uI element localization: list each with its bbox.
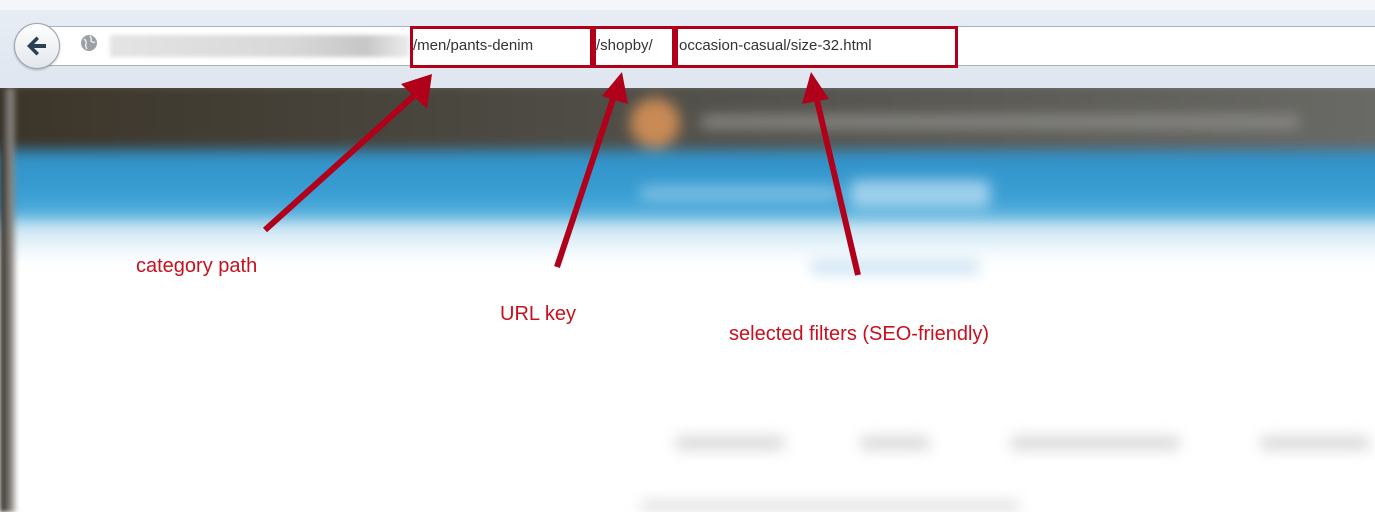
arrow-category [262,74,432,233]
label-selected-filters: selected filters (SEO-friendly) [729,323,990,345]
label-url-key: URL key [500,303,576,325]
label-category-path: category path [136,255,258,277]
arrow-filters [802,72,861,276]
arrow-urlkey [554,72,628,268]
